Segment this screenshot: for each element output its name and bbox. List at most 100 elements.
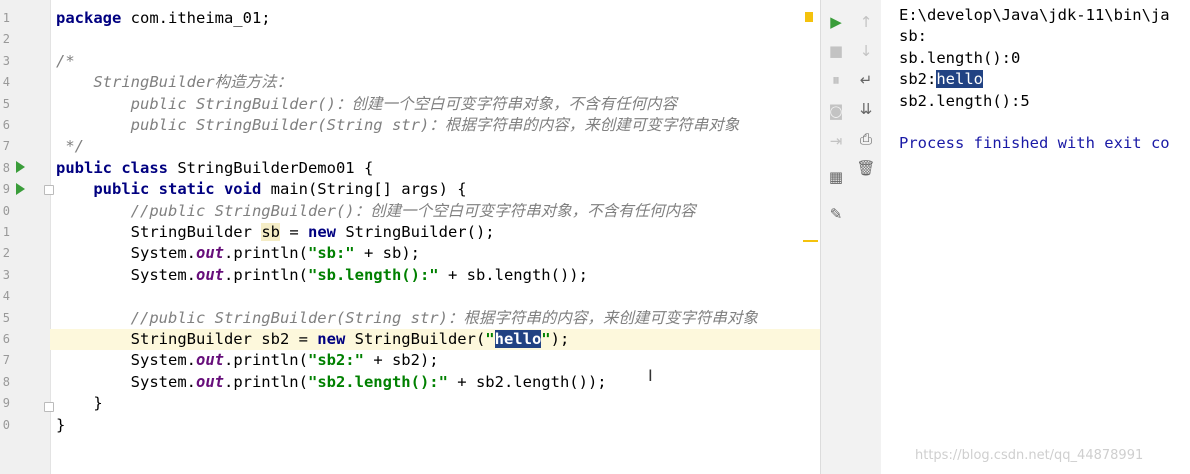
code-line: public static void main(String[] args) { <box>56 179 466 200</box>
comment-line: StringBuilder构造方法： <box>56 73 293 92</box>
run-class-icon[interactable] <box>16 161 25 173</box>
code-line: System.out.println("sb:" + sb); <box>56 243 420 264</box>
fold-marker-icon[interactable] <box>44 402 54 412</box>
code-editor[interactable]: 1 2 3 4 5 6 7 8 9 0 1 2 3 4 5 6 7 8 9 0 … <box>0 0 820 474</box>
line-number: 8 <box>2 374 10 389</box>
code-text: .println( <box>223 372 308 391</box>
line-number: 5 <box>2 96 10 111</box>
string-literal: "sb2.length():" <box>307 372 448 391</box>
variable-usage: sb <box>261 223 280 241</box>
warning-stripe[interactable] <box>803 240 818 242</box>
pin-icon[interactable]: ✎ <box>825 203 847 225</box>
comment-line: public StringBuilder(String str)：根据字符串的内… <box>56 116 740 134</box>
comment-line: //public StringBuilder()：创建一个空白可变字符串对象，不… <box>56 201 696 220</box>
comment-line: public StringBuilder()：创建一个空白可变字符串对象，不含有… <box>56 94 677 113</box>
console-line: sb.length():0 <box>899 48 1021 67</box>
code-line: package com.itheima_01; <box>56 8 271 29</box>
code-line: System.out.println("sb2:" + sb2); <box>56 350 439 371</box>
line-number: 2 <box>2 32 10 47</box>
string-literal: "sb2:" <box>307 351 364 370</box>
code-text: System. <box>56 372 196 391</box>
exit-icon[interactable]: ⇥ <box>825 130 847 152</box>
trash-icon[interactable]: 🗑 <box>855 157 877 179</box>
console-text: sb2: <box>899 70 937 89</box>
static-field: out <box>195 265 224 284</box>
string-literal: " <box>541 330 551 348</box>
code-text: StringBuilder(); <box>335 223 495 241</box>
line-number: 1 <box>2 11 10 25</box>
console-line: sb2.length():5 <box>899 91 1030 110</box>
code-text: StringBuilder( <box>345 330 486 348</box>
camera-icon[interactable]: ◙ <box>825 100 847 122</box>
console-line: sb2:hello <box>899 69 983 90</box>
warning-marker-icon[interactable] <box>805 12 813 22</box>
code-line: StringBuilder sb = new StringBuilder(); <box>56 222 495 243</box>
static-field: out <box>195 372 224 391</box>
line-number: 7 <box>2 139 10 154</box>
line-number: 3 <box>2 53 10 68</box>
keyword: public class <box>56 158 168 177</box>
selected-text[interactable]: hello <box>494 330 542 348</box>
keyword: package <box>56 9 122 27</box>
print-icon[interactable]: ⎙ <box>855 128 877 150</box>
line-number: 2 <box>2 246 10 261</box>
code-text: System. <box>56 265 196 284</box>
code-text: .println( <box>223 265 308 284</box>
code-text: + sb2.length()); <box>447 372 607 391</box>
line-number: 9 <box>2 182 10 197</box>
line-number: 3 <box>2 267 10 282</box>
watermark: https://blog.csdn.net/qq_44878991 <box>915 448 1144 463</box>
fold-marker-icon[interactable] <box>44 185 54 195</box>
code-text: com.itheima_01; <box>121 9 271 27</box>
code-text: StringBuilderDemo01 { <box>167 158 374 177</box>
line-number: 6 <box>2 118 10 132</box>
process-finished-message: Process finished with exit co <box>899 134 1170 153</box>
code-line: StringBuilder sb2 = new StringBuilder("h… <box>56 329 569 350</box>
line-number: 7 <box>2 353 10 368</box>
line-number: 9 <box>2 396 10 411</box>
console-line: E:\develop\Java\jdk-11\bin\ja <box>899 6 1170 24</box>
stop-icon[interactable]: ■ <box>825 40 847 62</box>
line-number: 5 <box>2 310 10 325</box>
code-text: + sb.length()); <box>438 265 588 284</box>
string-literal: "sb:" <box>307 244 355 263</box>
run-toolbar: ▶ ■ ⏸ ◙ ⇥ ▦ ✎ ↑ ↓ ↵ ⇊ ⎙ 🗑 <box>820 0 882 474</box>
code-text: .println( <box>223 351 308 370</box>
pause-icon[interactable]: ⏸ <box>825 69 847 91</box>
play-icon[interactable]: ▶ <box>825 11 847 33</box>
keyword: new <box>317 330 346 348</box>
code-line: } <box>56 415 66 434</box>
line-number: 1 <box>2 225 10 239</box>
line-number: 4 <box>2 75 10 90</box>
scroll-to-end-icon[interactable]: ⇊ <box>855 98 877 120</box>
comment-line: //public StringBuilder(String str)：根据字符串… <box>56 308 758 327</box>
down-arrow-icon[interactable]: ↓ <box>855 40 877 62</box>
run-console[interactable]: E:\develop\Java\jdk-11\bin\ja sb: sb.len… <box>881 0 1190 474</box>
code-line: System.out.println("sb.length():" + sb.l… <box>56 265 588 286</box>
editor-gutter: 1 2 3 4 5 6 7 8 9 0 1 2 3 4 5 6 7 8 9 0 <box>0 0 54 474</box>
up-arrow-icon[interactable]: ↑ <box>855 11 877 33</box>
selected-text[interactable]: hello <box>936 70 983 89</box>
line-number: 4 <box>2 289 10 304</box>
line-number: 6 <box>2 332 10 346</box>
layout-icon[interactable]: ▦ <box>825 166 847 188</box>
run-main-icon[interactable] <box>16 183 25 195</box>
code-line: public class StringBuilderDemo01 { <box>56 158 373 179</box>
line-number: 0 <box>2 203 10 218</box>
code-text: + sb); <box>354 244 420 263</box>
keyword: public static void <box>56 180 262 199</box>
comment-line: */ <box>56 137 84 156</box>
comment-line: /* <box>56 51 75 70</box>
code-text: + sb2); <box>363 351 439 370</box>
static-field: out <box>195 244 224 263</box>
code-text: System. <box>56 244 196 263</box>
soft-wrap-icon[interactable]: ↵ <box>855 69 877 91</box>
console-line: sb: <box>899 27 927 46</box>
code-text: ); <box>550 330 570 348</box>
line-number: 8 <box>2 160 10 175</box>
code-text: StringBuilder <box>56 223 262 241</box>
line-number: 0 <box>2 417 10 432</box>
code-line: } <box>56 394 103 413</box>
keyword: new <box>307 223 336 241</box>
static-field: out <box>195 351 224 370</box>
